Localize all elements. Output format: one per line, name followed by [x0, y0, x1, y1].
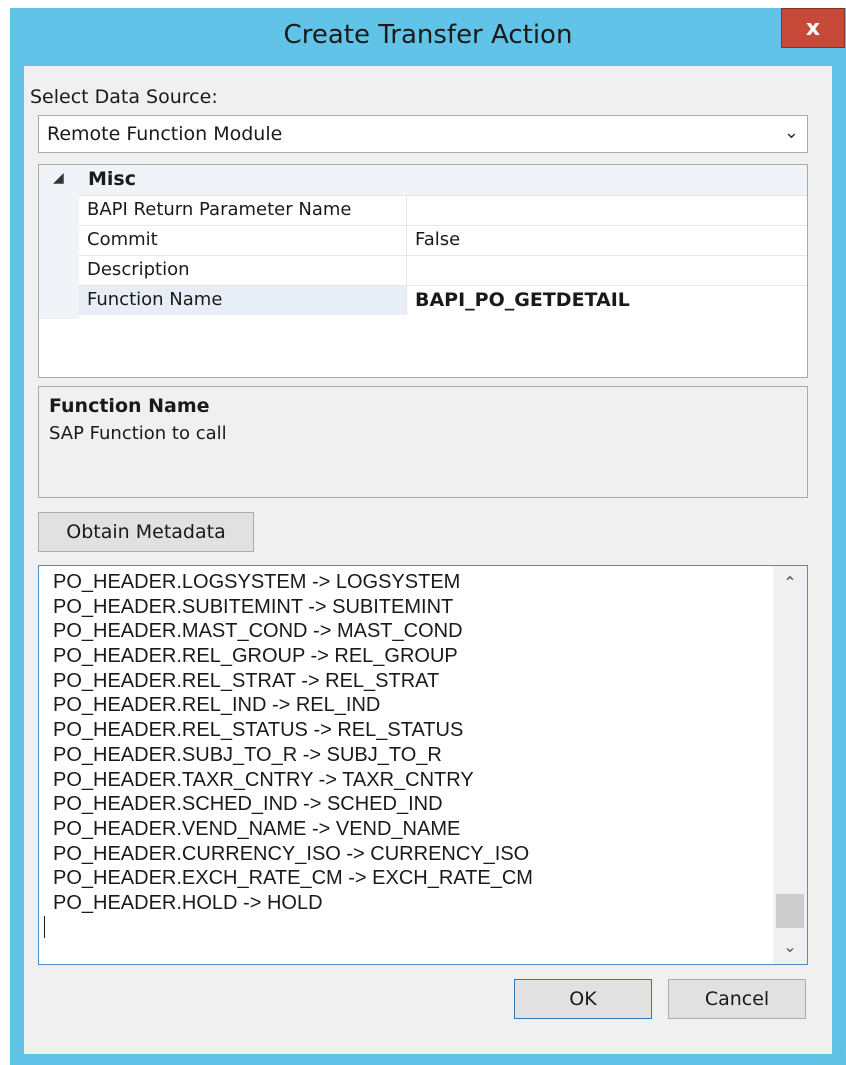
property-name: Commit [79, 226, 407, 255]
mapping-line: PO_HEADER.TAXR_CNTRY -> TAXR_CNTRY [53, 768, 474, 791]
mapping-line: PO_HEADER.CURRENCY_ISO -> CURRENCY_ISO [53, 842, 530, 865]
mapping-line: PO_HEADER.SUBJ_TO_R -> SUBJ_TO_R [53, 743, 442, 766]
ok-button[interactable]: OK [514, 979, 652, 1019]
mapping-line: PO_HEADER.SCHED_IND -> SCHED_IND [53, 793, 443, 816]
dialog-title: Create Transfer Action [283, 20, 573, 50]
property-row-description[interactable]: Description [79, 255, 807, 285]
property-value[interactable]: BAPI_PO_GETDETAIL [407, 286, 807, 315]
property-name: Function Name [79, 286, 407, 315]
data-source-value: Remote Function Module [47, 123, 283, 145]
mapping-line: PO_HEADER.MAST_COND -> MAST_COND [53, 620, 463, 643]
mapping-line: PO_HEADER.REL_STRAT -> REL_STRAT [53, 669, 440, 692]
text-caret [44, 916, 45, 938]
property-row-function-name[interactable]: Function Name BAPI_PO_GETDETAIL [79, 285, 807, 315]
property-row-bapi-return[interactable]: BAPI Return Parameter Name [79, 195, 807, 225]
title-bar[interactable]: Create Transfer Action x [10, 8, 846, 66]
mapping-line: PO_HEADER.HOLD -> HOLD [53, 891, 323, 914]
property-value[interactable] [407, 256, 807, 285]
property-name: Description [79, 256, 407, 285]
property-value[interactable]: False [407, 226, 807, 255]
property-grid[interactable]: ◢ Misc BAPI Return Parameter Name Commit… [38, 164, 808, 378]
mapping-line: PO_HEADER.REL_IND -> REL_IND [53, 694, 381, 717]
scroll-down-icon[interactable]: ⌄ [773, 930, 807, 964]
data-source-label: Select Data Source: [30, 86, 218, 108]
resize-grip-icon[interactable]: ⋰ [830, 1047, 842, 1061]
property-value[interactable] [407, 196, 807, 225]
help-description: SAP Function to call [49, 423, 227, 444]
data-source-select[interactable]: Remote Function Module ⌄ [38, 115, 808, 153]
category-label: Misc [88, 168, 136, 190]
close-icon: x [805, 15, 821, 41]
cancel-button[interactable]: Cancel [668, 979, 806, 1019]
mapping-line: PO_HEADER.REL_GROUP -> REL_GROUP [53, 645, 458, 668]
scroll-thumb[interactable] [776, 894, 804, 928]
property-help-panel: Function Name SAP Function to call [38, 386, 808, 498]
mapping-textarea[interactable]: PO_HEADER.LOGSYSTEM -> LOGSYSTEM PO_HEAD… [38, 565, 808, 965]
mapping-line: PO_HEADER.EXCH_RATE_CM -> EXCH_RATE_CM [53, 867, 533, 890]
grid-category-misc[interactable]: ◢ Misc [39, 165, 807, 195]
mapping-line: PO_HEADER.VEND_NAME -> VEND_NAME [53, 817, 461, 840]
help-title: Function Name [49, 395, 210, 417]
mapping-line: PO_HEADER.LOGSYSTEM -> LOGSYSTEM [53, 571, 461, 593]
scroll-up-icon[interactable]: ⌃ [773, 566, 807, 600]
mapping-line: PO_HEADER.SUBITEMINT -> SUBITEMINT [53, 595, 454, 618]
vertical-scrollbar[interactable]: ⌃ ⌄ [773, 566, 807, 964]
property-row-commit[interactable]: Commit False [79, 225, 807, 255]
obtain-metadata-button[interactable]: Obtain Metadata [38, 512, 254, 552]
mapping-line: PO_HEADER.REL_STATUS -> REL_STATUS [53, 719, 464, 742]
property-name: BAPI Return Parameter Name [79, 196, 407, 225]
collapse-triangle-icon[interactable]: ◢ [53, 170, 64, 186]
chevron-down-icon: ⌄ [783, 122, 799, 143]
close-button[interactable]: x [781, 8, 845, 48]
mapping-lines: PO_HEADER.LOGSYSTEM -> LOGSYSTEM PO_HEAD… [53, 570, 533, 916]
